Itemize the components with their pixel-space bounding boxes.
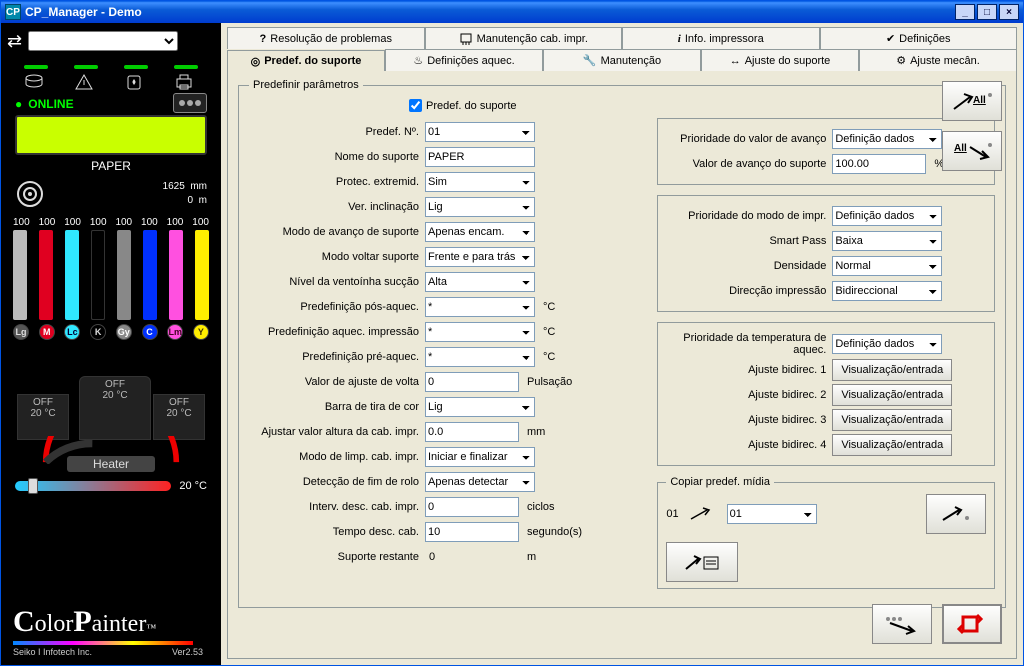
edge-guard-select[interactable]: Sim — [425, 172, 535, 192]
droplet-icon — [124, 65, 148, 91]
heat-icon: ♨ — [413, 54, 423, 67]
copy-from-label: 01 — [666, 508, 678, 520]
head-height-input[interactable] — [425, 422, 519, 442]
preset-fieldset: Predefinir parâmetros Predef. do suporte… — [238, 79, 1006, 608]
window-title: CP_Manager - Demo — [25, 5, 142, 19]
bidi2-button[interactable]: Visualização/entrada — [832, 384, 952, 406]
online-status: ONLINE — [15, 97, 74, 111]
maximize-button[interactable]: □ — [977, 4, 997, 20]
fieldset-legend: Predefinir parâmetros — [249, 79, 363, 91]
tab-row-2: ◎Predef. do suporte ♨Definições aquec. 🔧… — [227, 49, 1017, 71]
ink-caps: Lg M Lc K Gy C Lm Y — [13, 324, 209, 340]
arrow-right-icon — [689, 507, 717, 521]
gear-icon: ⚙ — [896, 54, 906, 67]
ink-icon — [24, 65, 48, 91]
media-measure: 1625 mm 0 m — [163, 180, 207, 208]
target-icon: ◎ — [251, 55, 261, 68]
tab-media-preset[interactable]: ◎Predef. do suporte — [227, 50, 385, 72]
rest-time-input[interactable] — [425, 522, 519, 542]
pre-heat-select[interactable]: * — [425, 347, 535, 367]
density-select[interactable]: Normal — [832, 256, 942, 276]
heater-center: OFF 20 °C — [79, 376, 151, 440]
back-adj-input[interactable] — [425, 372, 519, 392]
tab-mech-adjust[interactable]: ⚙Ajuste mecân. — [859, 49, 1017, 71]
ink-bars — [13, 230, 209, 320]
transfer-icon: ⇄ — [7, 34, 22, 48]
warning-icon — [74, 65, 98, 91]
preset-checkbox[interactable] — [409, 99, 422, 112]
heater-label: Heater — [67, 456, 155, 472]
tab-row-1: ?Resolução de problemas Manutenção cab. … — [227, 27, 1017, 49]
printer-select[interactable] — [28, 31, 178, 51]
heater-widget: OFF 20 °C OFF 20 °C OFF 20 °C Heater — [13, 354, 209, 474]
brand-logo: ColorPainter™ Seiko I Infotech Inc.Ver2.… — [13, 605, 215, 657]
smart-pass-select[interactable]: Baixa — [832, 231, 942, 251]
receive-all-button[interactable]: All — [942, 81, 1002, 121]
ink-pct-row: 100100100100100100100100 — [13, 217, 209, 228]
copy-apply-button[interactable] — [926, 494, 986, 534]
send-all-button[interactable]: All — [942, 131, 1002, 171]
skew-select[interactable]: Lig — [425, 197, 535, 217]
print-heat-select[interactable]: * — [425, 322, 535, 342]
main-panel: ?Resolução de problemas Manutenção cab. … — [221, 23, 1023, 665]
fan-level-select[interactable]: Alta — [425, 272, 535, 292]
svg-text:All: All — [954, 143, 967, 154]
check-icon: ✔ — [886, 32, 895, 45]
slider-value: 20 °C — [179, 480, 207, 492]
printer-icon — [174, 65, 198, 91]
tab-heater-set[interactable]: ♨Definições aquec. — [385, 49, 543, 71]
return-mode-select[interactable]: Frente e para trás — [425, 247, 535, 267]
device-icon — [173, 93, 207, 113]
media-name-input[interactable] — [425, 147, 535, 167]
arrows-h-icon: ↔ — [730, 55, 741, 67]
minimize-button[interactable]: _ — [955, 4, 975, 20]
tab-maintenance[interactable]: 🔧Manutenção — [543, 49, 701, 71]
heat-priority-group: Prioridade da temperatura de aquec.Defin… — [657, 322, 995, 466]
bidi4-button[interactable]: Visualização/entrada — [832, 434, 952, 456]
app-window: CP CP_Manager - Demo _ □ × ⇄ ONLINE — [0, 0, 1024, 666]
feed-mode-select[interactable]: Apenas encam. — [425, 222, 535, 242]
print-priority-group: Prioridade do modo de impr.Definição dad… — [657, 195, 995, 312]
heater-left: OFF 20 °C — [17, 394, 69, 440]
rest-interval-input[interactable] — [425, 497, 519, 517]
lcd-display — [15, 115, 207, 155]
app-icon: CP — [5, 4, 21, 20]
roll-end-select[interactable]: Apenas detectar — [425, 472, 535, 492]
feed-prio-select[interactable]: Definição dados — [832, 129, 942, 149]
media-name: PAPER — [7, 159, 215, 173]
direction-select[interactable]: Bidireccional — [832, 281, 942, 301]
temp-slider[interactable]: 20 °C — [15, 480, 207, 492]
send-button[interactable] — [872, 604, 932, 644]
copy-list-button[interactable] — [666, 542, 738, 582]
titlebar: CP CP_Manager - Demo _ □ × — [1, 1, 1023, 23]
tab-printer-info[interactable]: iInfo. impressora — [622, 27, 820, 49]
copy-to-select[interactable]: 01 — [727, 504, 817, 524]
print-prio-select[interactable]: Definição dados — [832, 206, 942, 226]
feed-val-input[interactable] — [832, 154, 926, 174]
tab-body: Predefinir parâmetros Predef. do suporte… — [227, 71, 1017, 659]
svg-text:All: All — [973, 95, 986, 106]
tab-troubleshoot[interactable]: ?Resolução de problemas — [227, 27, 425, 49]
copy-preset-group: Copiar predef. mídia 01 01 — [657, 476, 995, 589]
tab-head-maint[interactable]: Manutenção cab. impr. — [425, 27, 623, 49]
tab-settings[interactable]: ✔Definições — [820, 27, 1018, 49]
preset-no-select[interactable]: 01 — [425, 122, 535, 142]
heat-prio-select[interactable]: Definição dados — [832, 334, 942, 354]
preset-checkbox-label: Predef. do suporte — [426, 100, 517, 112]
roll-icon — [15, 179, 45, 209]
remaining-value: 0 — [425, 551, 519, 563]
bidi1-button[interactable]: Visualização/entrada — [832, 359, 952, 381]
close-button[interactable]: × — [999, 4, 1019, 20]
heater-right: OFF 20 °C — [153, 394, 205, 440]
tab-media-adjust[interactable]: ↔Ajuste do suporte — [701, 49, 859, 71]
bidi3-button[interactable]: Visualização/entrada — [832, 409, 952, 431]
post-heat-select[interactable]: * — [425, 297, 535, 317]
refresh-button[interactable] — [942, 604, 1002, 644]
status-panel: ⇄ ONLINE PAPER 1625 mm 0 m — [1, 23, 221, 665]
wrench-icon: 🔧 — [583, 54, 597, 67]
color-strip-select[interactable]: Lig — [425, 397, 535, 417]
clean-mode-select[interactable]: Iniciar e finalizar — [425, 447, 535, 467]
